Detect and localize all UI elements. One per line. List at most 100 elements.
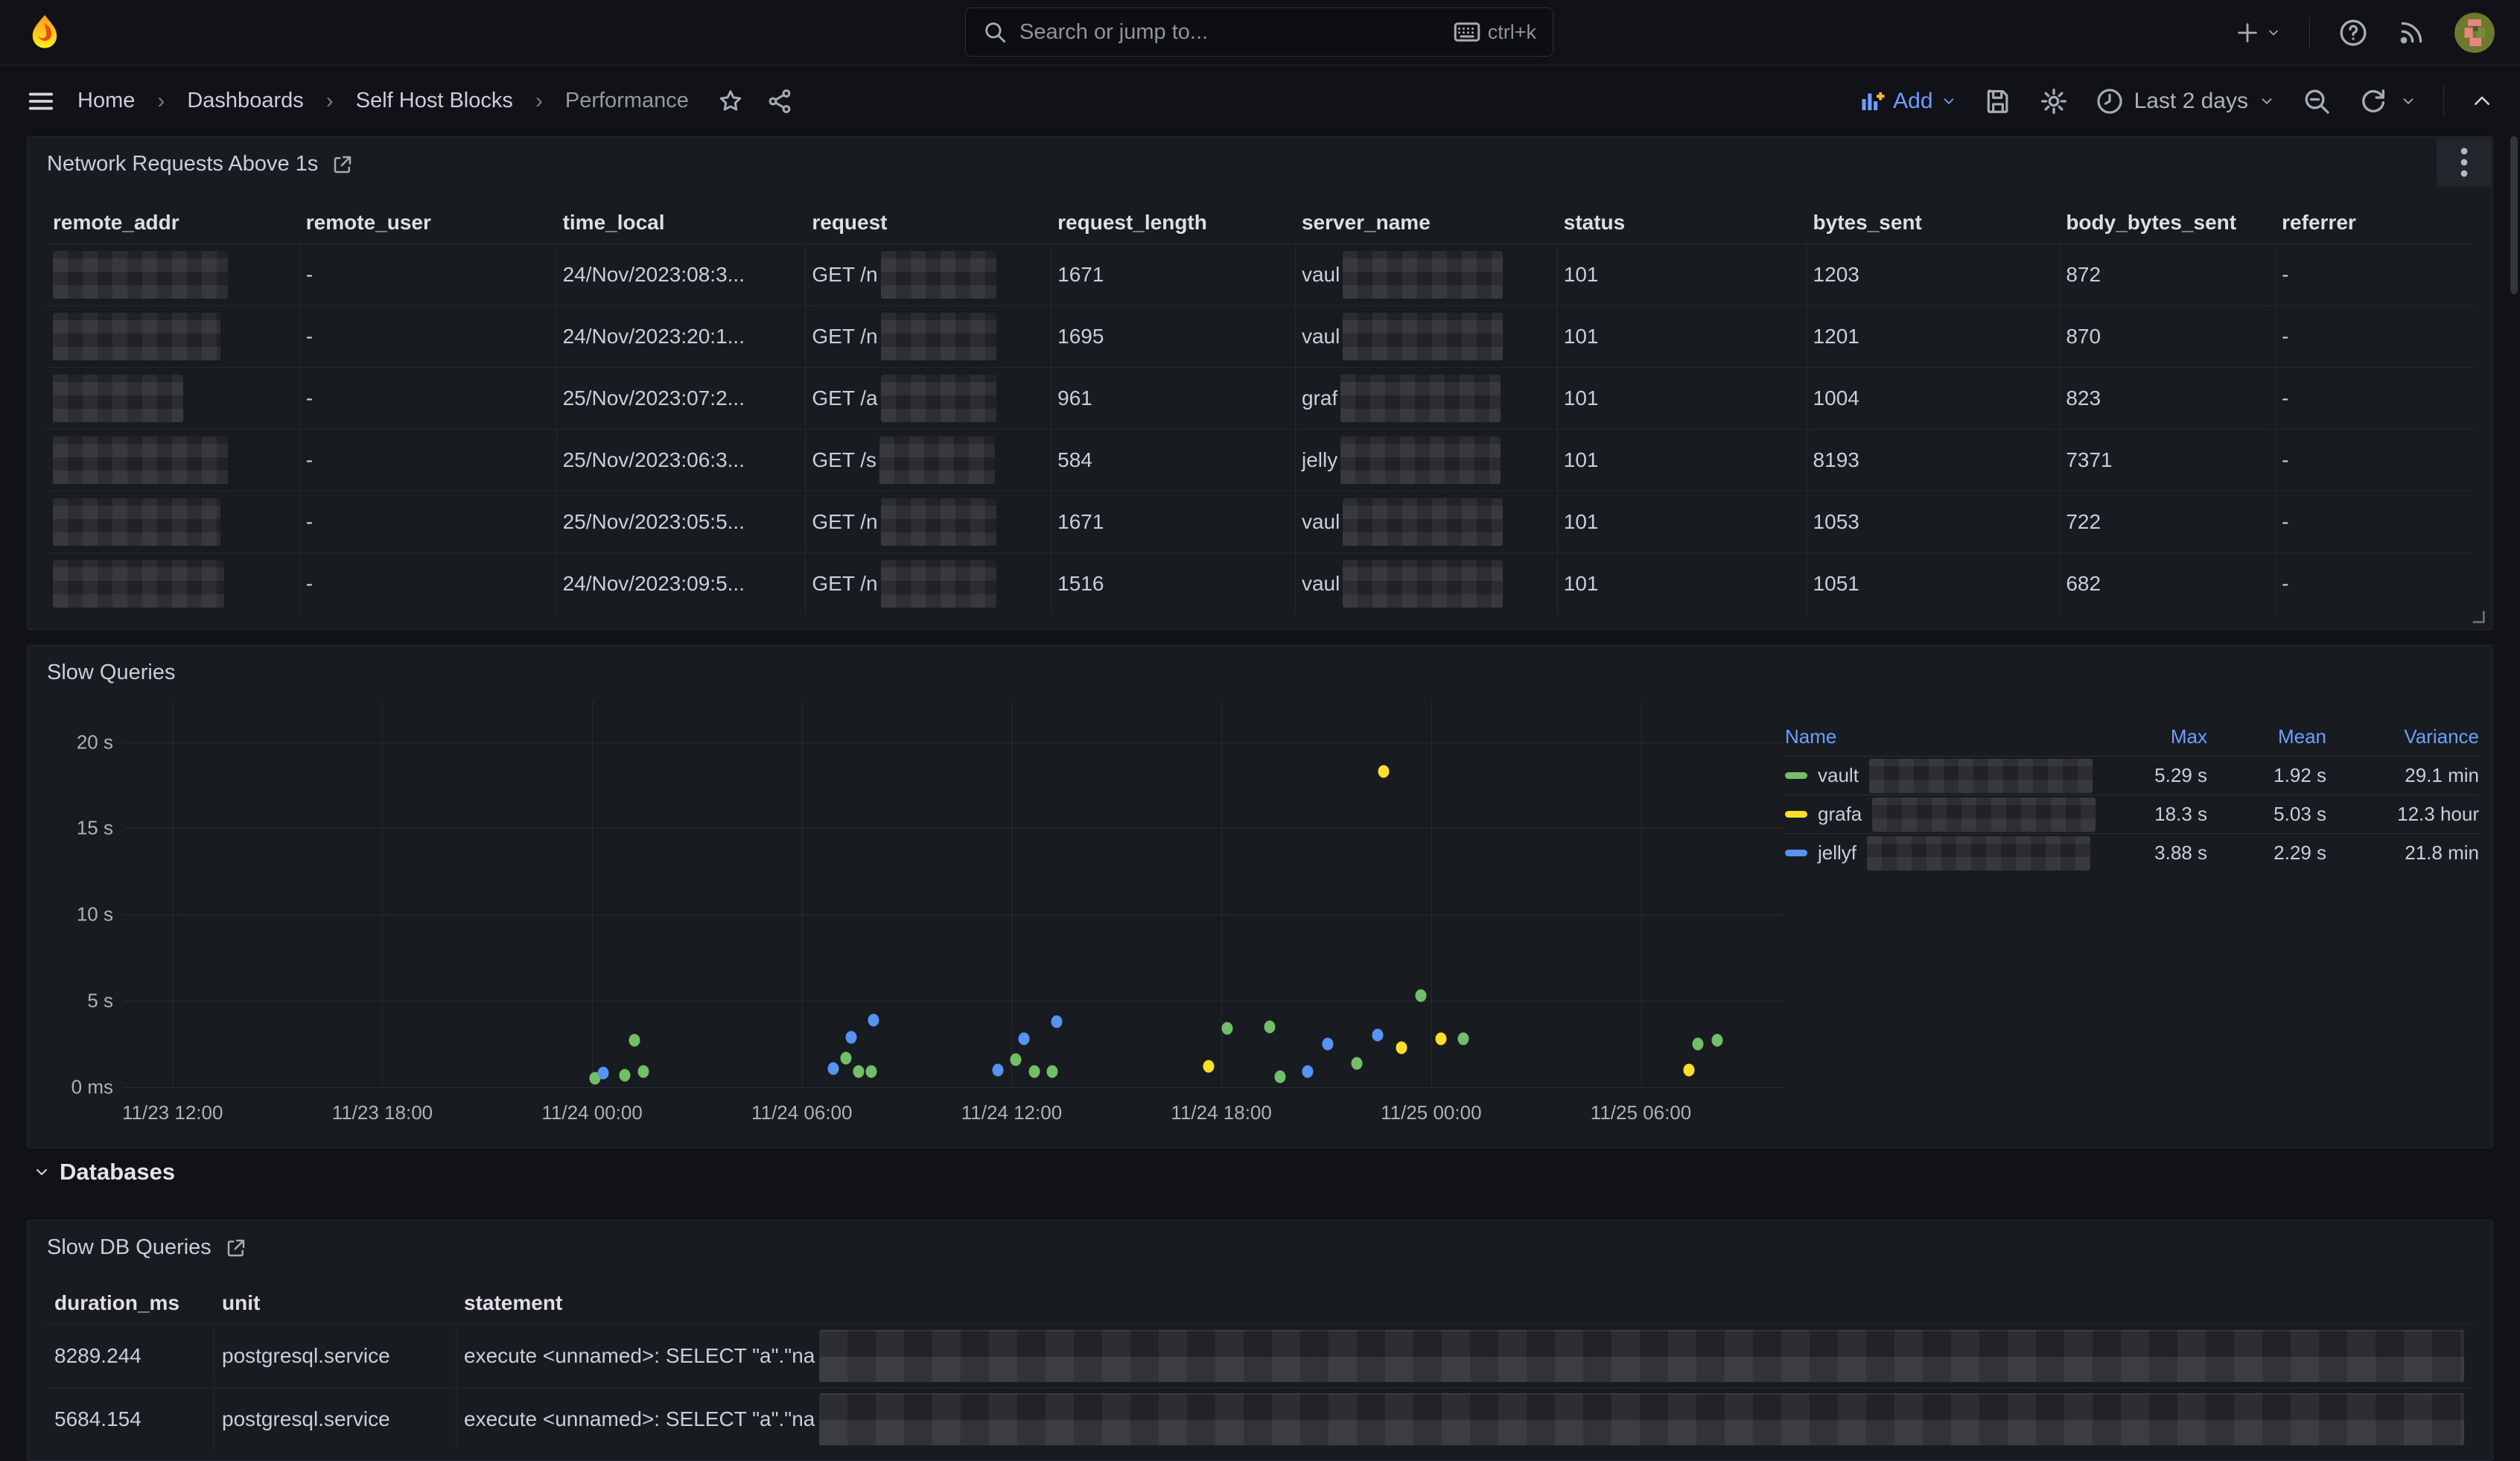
panel-title-bar[interactable]: Slow Queries [28,646,2492,691]
legend-header[interactable]: Name [1785,725,2096,748]
cell-remote-addr [47,430,300,491]
cell-remote-user: - [300,430,557,491]
panel-slow-queries: Slow Queries 11/23 12:0011/23 18:0011/24… [27,645,2493,1148]
cell-referrer: - [2276,306,2473,367]
refresh-button[interactable] [2358,86,2416,116]
series-color-swatch [1785,811,1807,818]
section-row-databases[interactable]: Databases [33,1159,175,1185]
server-prefix: vaul [1302,510,1340,534]
column-header: time_local [557,202,806,244]
cell-remote-user: - [300,244,557,305]
breadcrumb-separator: › [157,89,165,114]
chevron-down-icon [33,1163,51,1181]
cell-body-bytes-sent: 872 [2060,244,2276,305]
redacted-blur [881,560,996,608]
column-header: remote_user [300,202,557,244]
mega-menu-button[interactable] [27,87,55,115]
table-row: -24/Nov/2023:09:5...GET /n1516vaul101105… [47,553,2473,614]
save-dashboard-button[interactable] [1984,87,2012,115]
cell-status: 101 [1558,306,1807,367]
column-header: referrer [2276,202,2473,244]
section-title: Databases [60,1159,175,1185]
dashboard-toolbar: Home › Dashboards › Self Host Blocks › P… [0,66,2520,136]
panel-resize-handle[interactable] [2470,608,2486,625]
chart-legend: NameMaxMeanVariance vault5.29 s1.92 s29.1… [1785,717,2479,872]
redacted-blur [1340,436,1501,484]
panel-title-bar[interactable]: Slow DB Queries [28,1220,2492,1266]
page-scrollbar-thumb[interactable] [2510,136,2518,294]
cell-referrer: - [2276,553,2473,614]
column-header: status [1558,202,1807,244]
redacted-blur [819,1393,2464,1445]
chart-axes: 11/23 12:0011/23 18:0011/24 00:0011/24 0… [124,701,1784,1087]
legend-max-value: 18.3 s [2096,803,2207,826]
cell-server-name: vaul [1296,491,1558,553]
table-row: 5684.154postgresql.serviceexecute <unnam… [47,1387,2473,1451]
search-input[interactable]: Search or jump to... ctrl+k [965,7,1553,57]
collapse-toolbar-button[interactable] [2471,90,2493,112]
user-avatar[interactable] [2454,13,2495,53]
server-prefix: graf [1302,386,1337,410]
cell-body-bytes-sent: 823 [2060,368,2276,429]
redacted-blur [1343,560,1503,608]
legend-series-name[interactable]: grafa [1785,798,2096,832]
cell-server-name: graf [1296,368,1558,429]
redacted-blur [881,251,996,299]
x-tick-label: 11/24 00:00 [541,1101,642,1124]
cell-remote-user: - [300,491,557,553]
column-header: statement [456,1282,2473,1324]
chevron-down-icon [2400,93,2416,109]
cell-statement: execute <unnamed>: SELECT "a"."na [456,1325,2473,1387]
breadcrumb-dashboards[interactable]: Dashboards [187,89,303,113]
panel-title-bar[interactable]: Network Requests Above 1s [28,137,2492,182]
legend-header[interactable]: Max [2096,725,2207,748]
breadcrumb-home[interactable]: Home [77,89,135,113]
y-tick-label: 0 ms [71,1076,113,1099]
add-panel-button[interactable]: Add [1859,88,1956,115]
zoom-out-time-button[interactable] [2302,86,2332,116]
favorite-star-button[interactable] [717,88,744,115]
x-tick-label: 11/23 18:00 [332,1101,433,1124]
new-dashboard-button[interactable] [2235,20,2281,45]
server-prefix: vaul [1302,263,1340,287]
kebab-icon [2460,146,2468,179]
news-rss-button[interactable] [2396,18,2426,48]
server-prefix: jelly [1302,448,1337,472]
cell-remote-user: - [300,306,557,367]
cell-time-local: 24/Nov/2023:09:5... [557,553,806,614]
dashboard-settings-button[interactable] [2039,86,2069,116]
legend-series-name[interactable]: jellyf [1785,836,2096,870]
x-tick-label: 11/25 00:00 [1381,1101,1481,1124]
chevron-down-icon [2259,93,2275,109]
legend-row[interactable]: grafa18.3 s5.03 s12.3 hour [1785,795,2479,833]
help-button[interactable] [2338,18,2368,48]
series-name-prefix: vault [1818,764,1859,787]
external-link-icon[interactable] [331,153,354,176]
y-gridline [124,1087,1784,1088]
cell-statement: execute <unnamed>: SELECT "a"."na [456,1388,2473,1451]
redacted-blur [819,1330,2464,1382]
column-header: request_length [1051,202,1296,244]
column-header: duration_ms [47,1282,214,1324]
breadcrumb-folder[interactable]: Self Host Blocks [356,89,513,113]
redacted-blur [1340,375,1501,422]
share-button[interactable] [766,88,793,115]
legend-header[interactable]: Variance [2326,725,2479,748]
time-range-picker[interactable]: Last 2 days [2096,87,2275,115]
request-prefix: GET /n [812,263,877,287]
grafana-logo[interactable] [25,13,64,53]
redacted-blur [53,313,220,360]
external-link-icon[interactable] [225,1237,247,1259]
panel-menu-button[interactable] [2437,138,2492,187]
legend-row[interactable]: jellyf3.88 s2.29 s21.8 min [1785,833,2479,872]
legend-row[interactable]: vault5.29 s1.92 s29.1 min [1785,756,2479,795]
request-prefix: GET /s [812,448,876,472]
legend-header[interactable]: Mean [2207,725,2326,748]
cell-status: 101 [1558,430,1807,491]
redacted-blur [881,498,996,546]
cell-request: GET /n [806,491,1051,553]
redacted-blur [1343,313,1503,360]
legend-series-name[interactable]: vault [1785,759,2096,793]
table-row: -24/Nov/2023:08:3...GET /n1671vaul101120… [47,244,2473,305]
cell-referrer: - [2276,430,2473,491]
